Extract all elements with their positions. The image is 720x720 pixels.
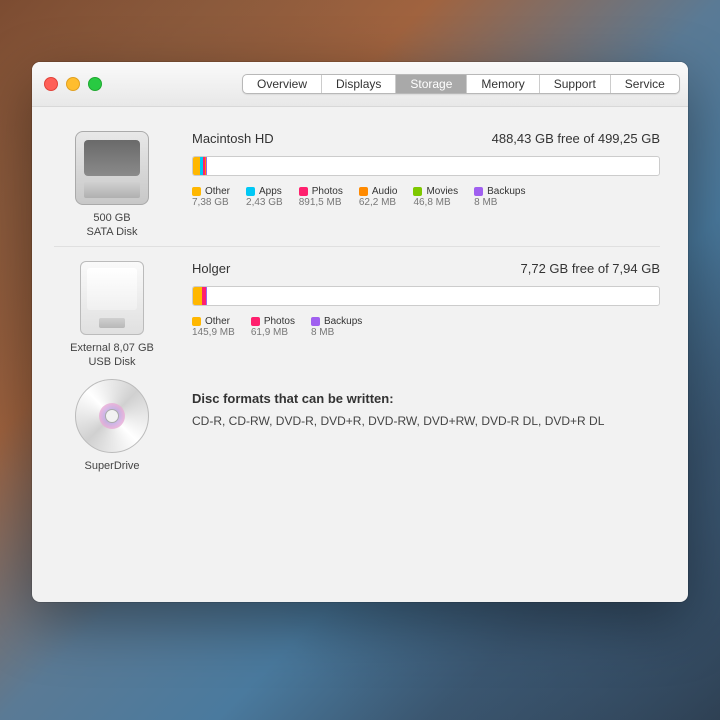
drive-caption: External 8,07 GBUSB Disk bbox=[70, 341, 154, 370]
storage-segment bbox=[193, 287, 202, 305]
legend-item: Audio62,2 MB bbox=[359, 186, 398, 208]
legend-swatch bbox=[246, 187, 255, 196]
legend-value: 7,38 GB bbox=[192, 197, 230, 208]
tab-overview[interactable]: Overview bbox=[243, 75, 322, 93]
legend-swatch bbox=[192, 317, 201, 326]
close-button[interactable] bbox=[44, 77, 58, 91]
legend-value: 2,43 GB bbox=[246, 197, 283, 208]
drive-row: 500 GBSATA Disk Macintosh HD 488,43 GB fre… bbox=[54, 121, 660, 240]
legend-swatch bbox=[192, 187, 201, 196]
tab-memory[interactable]: Memory bbox=[467, 75, 539, 93]
storage-bar bbox=[192, 156, 660, 176]
hdd-icon bbox=[75, 131, 149, 205]
drive-row: External 8,07 GBUSB Disk Holger 7,72 GB fr… bbox=[54, 246, 660, 370]
storage-legend: Other145,9 MB Photos61,9 MB Backups8 MB bbox=[192, 316, 660, 338]
tab-bar: OverviewDisplaysStorageMemorySupportServ… bbox=[242, 74, 680, 94]
legend-value: 61,9 MB bbox=[251, 327, 295, 338]
legend-name: Backups bbox=[324, 316, 362, 327]
legend-name: Photos bbox=[264, 316, 295, 327]
legend-name: Other bbox=[205, 186, 230, 197]
legend-swatch bbox=[474, 187, 483, 196]
tab-service[interactable]: Service bbox=[611, 75, 679, 93]
tab-support[interactable]: Support bbox=[540, 75, 611, 93]
legend-name: Audio bbox=[372, 186, 398, 197]
window-controls bbox=[44, 77, 102, 91]
tab-displays[interactable]: Displays bbox=[322, 75, 396, 93]
external-drive-icon bbox=[80, 261, 144, 335]
legend-value: 8 MB bbox=[311, 327, 362, 338]
legend-item: Photos891,5 MB bbox=[299, 186, 343, 208]
storage-legend: Other7,38 GB Apps2,43 GB Photos891,5 MB Aud… bbox=[192, 186, 660, 208]
legend-swatch bbox=[413, 187, 422, 196]
legend-value: 8 MB bbox=[474, 197, 525, 208]
drive-caption: 500 GBSATA Disk bbox=[87, 211, 138, 240]
legend-name: Other bbox=[205, 316, 230, 327]
legend-item: Backups8 MB bbox=[311, 316, 362, 338]
drive-name: Macintosh HD bbox=[192, 131, 274, 146]
legend-name: Movies bbox=[426, 186, 458, 197]
storage-segment bbox=[193, 157, 200, 175]
legend-value: 891,5 MB bbox=[299, 197, 343, 208]
drive-free-text: 7,72 GB free of 7,94 GB bbox=[521, 261, 660, 276]
legend-item: Other7,38 GB bbox=[192, 186, 230, 208]
zoom-button[interactable] bbox=[88, 77, 102, 91]
superdrive-row: SuperDrive Disc formats that can be writ… bbox=[54, 369, 660, 473]
legend-item: Photos61,9 MB bbox=[251, 316, 295, 338]
storage-segment bbox=[206, 157, 207, 175]
legend-item: Movies46,8 MB bbox=[413, 186, 458, 208]
legend-swatch bbox=[299, 187, 308, 196]
drive-name: Holger bbox=[192, 261, 230, 276]
legend-name: Apps bbox=[259, 186, 282, 197]
legend-value: 46,8 MB bbox=[413, 197, 458, 208]
about-this-mac-window: OverviewDisplaysStorageMemorySupportServ… bbox=[32, 62, 688, 602]
superdrive-label: SuperDrive bbox=[84, 459, 139, 473]
storage-segment bbox=[206, 287, 207, 305]
legend-swatch bbox=[359, 187, 368, 196]
titlebar: OverviewDisplaysStorageMemorySupportServ… bbox=[32, 62, 688, 107]
legend-value: 145,9 MB bbox=[192, 327, 235, 338]
disc-formats-list: CD-R, CD-RW, DVD-R, DVD+R, DVD-RW, DVD+R… bbox=[192, 414, 660, 428]
legend-value: 62,2 MB bbox=[359, 197, 398, 208]
legend-item: Other145,9 MB bbox=[192, 316, 235, 338]
legend-name: Backups bbox=[487, 186, 525, 197]
storage-bar bbox=[192, 286, 660, 306]
legend-item: Apps2,43 GB bbox=[246, 186, 283, 208]
minimize-button[interactable] bbox=[66, 77, 80, 91]
storage-content: 500 GBSATA Disk Macintosh HD 488,43 GB fre… bbox=[32, 107, 688, 487]
legend-swatch bbox=[251, 317, 260, 326]
legend-swatch bbox=[311, 317, 320, 326]
disc-icon bbox=[75, 379, 149, 453]
legend-item: Backups8 MB bbox=[474, 186, 525, 208]
tab-storage[interactable]: Storage bbox=[396, 75, 467, 93]
legend-name: Photos bbox=[312, 186, 343, 197]
drive-free-text: 488,43 GB free of 499,25 GB bbox=[492, 131, 660, 146]
disc-formats-header: Disc formats that can be written: bbox=[192, 391, 660, 406]
